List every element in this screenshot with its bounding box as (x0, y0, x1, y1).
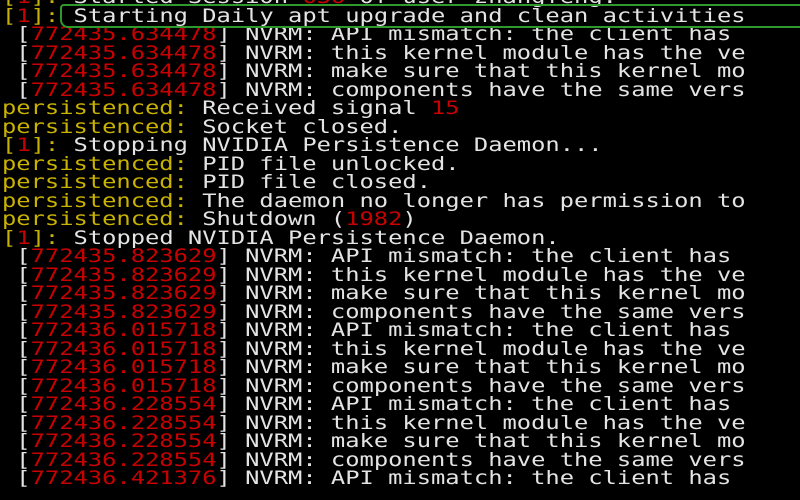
log-line: [772436.421376] NVRM: API mismatch: the … (2, 469, 746, 488)
punctuation: ] (216, 467, 246, 489)
terminal-output[interactable]: [1]: Started Session 636 of user zhangfe… (2, 0, 746, 488)
punctuation: [ (2, 467, 31, 489)
log-message: NVRM: API mismatch: the client has (245, 467, 732, 489)
log-number: 15 (431, 97, 460, 119)
timestamp: 772436.421376 (30, 467, 217, 489)
